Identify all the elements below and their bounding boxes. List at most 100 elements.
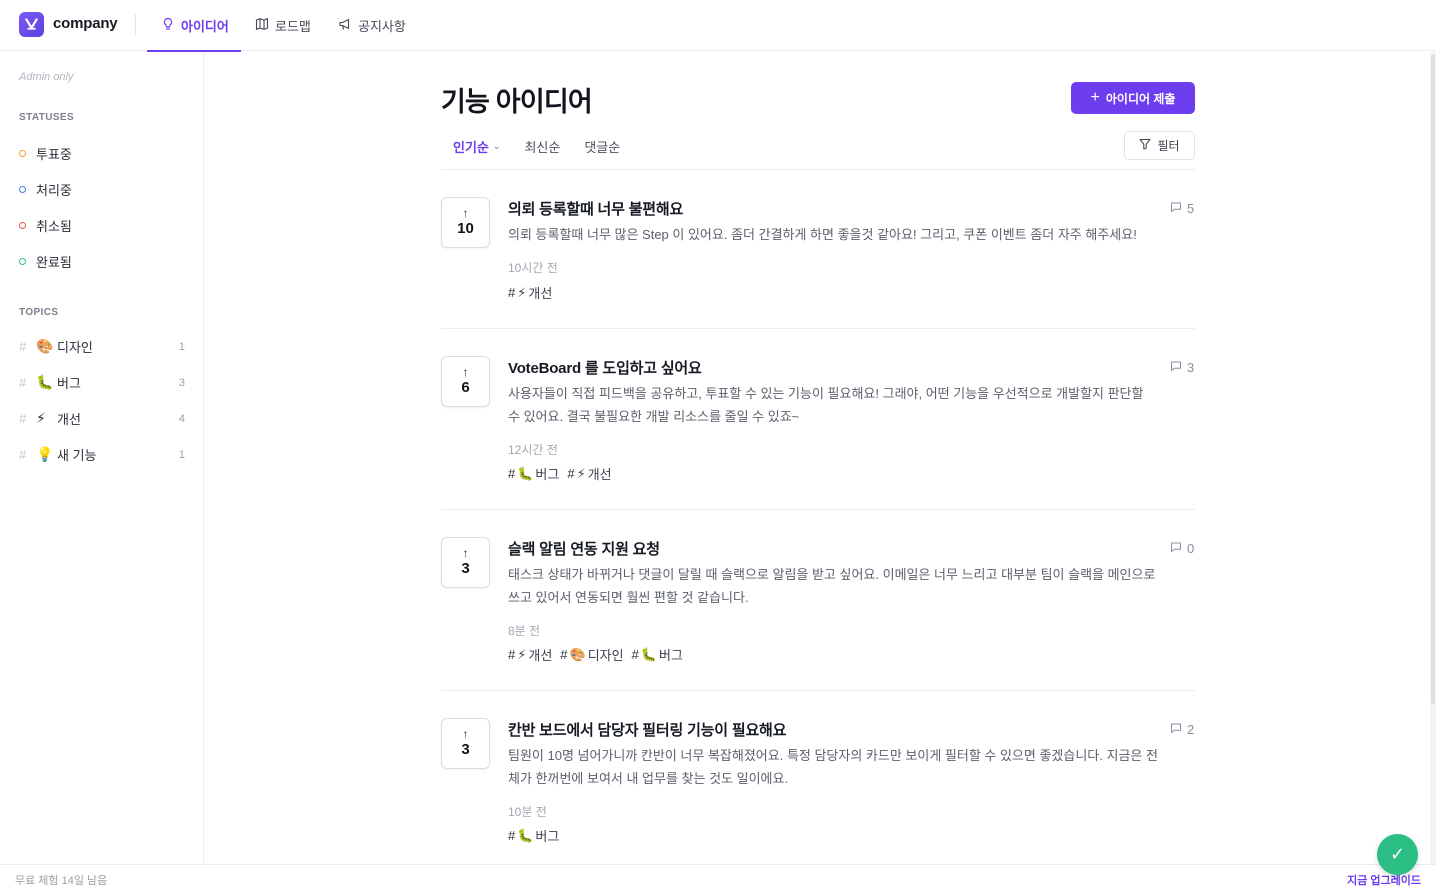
header-divider: [135, 14, 136, 36]
sidebar: Admin only STATUSES 투표중 처리중 취소됨 완료됨 TOPI…: [0, 52, 204, 864]
idea-time: 10분 전: [508, 805, 547, 819]
vote-count: 6: [461, 379, 470, 397]
upvote-button[interactable]: ↑ 6: [441, 356, 490, 407]
idea-title[interactable]: 칸반 보드에서 담당자 필터링 기능이 필요해요: [508, 719, 786, 740]
upvote-button[interactable]: ↑ 10: [441, 197, 490, 248]
submit-idea-button[interactable]: + 아이디어 제출: [1071, 82, 1195, 114]
tag-design[interactable]: # 🎨 디자인: [560, 645, 623, 664]
tag-bug[interactable]: # 🐛 버그: [632, 645, 683, 664]
sidebar-topic-new-feature[interactable]: # 💡 새 기능 1: [19, 445, 185, 464]
comment-count: 5: [1170, 201, 1194, 216]
sidebar-topic-improvement[interactable]: # ⚡ 개선 4: [19, 409, 185, 428]
idea-body: 태스크 상태가 바뀌거나 댓글이 달릴 때 슬랙으로 알림을 받고 싶어요. 이…: [508, 567, 1156, 605]
tag-improvement[interactable]: # ⚡ 개선: [508, 283, 552, 302]
checkmark-icon[interactable]: ✓: [1377, 834, 1418, 875]
megaphone-icon: [338, 17, 352, 34]
upgrade-link[interactable]: 지금 업그레이드: [1347, 872, 1421, 888]
idea-tags: # ⚡ 개선 # 🎨 디자인 # 🐛 버그: [508, 645, 683, 664]
filter-label: 필터: [1157, 139, 1180, 153]
tag-improvement[interactable]: # ⚡ 개선: [508, 645, 552, 664]
tag-label: 개선: [528, 286, 553, 301]
filter-button[interactable]: 필터: [1124, 131, 1195, 160]
idea-title[interactable]: VoteBoard 를 도입하고 싶어요: [508, 357, 702, 378]
sort-tab-label: 인기순: [453, 139, 489, 155]
list-divider: [441, 169, 1195, 170]
tab-ideas[interactable]: 아이디어: [147, 0, 241, 52]
tag-bug[interactable]: # 🐛 버그: [508, 826, 559, 845]
idea-title[interactable]: 슬랙 알림 연동 지원 요청: [508, 538, 660, 559]
idea-tags: # ⚡ 개선: [508, 283, 552, 302]
chevron-down-icon: ⌄: [492, 140, 501, 151]
post-divider: [441, 509, 1195, 510]
status-dot-icon: [19, 186, 26, 193]
brand-name[interactable]: company: [53, 15, 118, 32]
status-dot-icon: [19, 222, 26, 229]
bug-icon: 🐛: [517, 827, 534, 843]
filter-icon: [1139, 138, 1151, 153]
topic-label: 새 기능: [57, 448, 97, 463]
idea-time: 8분 전: [508, 624, 541, 638]
submit-idea-label: 아이디어 제출: [1105, 91, 1176, 106]
tag-label: 버그: [535, 467, 560, 482]
comment-count: 3: [1170, 360, 1194, 375]
arrow-up-icon: ↑: [462, 365, 469, 380]
tag-label: 개선: [528, 648, 553, 663]
vote-count: 10: [457, 220, 474, 238]
idea-time: 10시간 전: [508, 261, 558, 275]
idea-body: 의뢰 등록할때 너무 많은 Step 이 있어요. 좀더 간결하게 하면 좋을것…: [508, 227, 1137, 242]
tag-label: 버그: [659, 648, 683, 663]
idea-body: 팀원이 10명 넘어가니까 칸반이 너무 복잡해졌어요. 특정 담당자의 카드만…: [508, 748, 1158, 786]
hash-icon: #: [19, 375, 27, 390]
topic-label: 디자인: [57, 340, 93, 355]
upvote-button[interactable]: ↑ 3: [441, 718, 490, 769]
lightning-icon: ⚡: [36, 410, 46, 426]
idea-title[interactable]: 의뢰 등록할때 너무 불편해요: [508, 198, 683, 219]
hash-icon: #: [19, 339, 27, 354]
trial-remaining: 무료 체험 14일 남음: [15, 875, 108, 887]
tag-label: 디자인: [587, 648, 624, 663]
bug-icon: 🐛: [640, 646, 658, 662]
palette-icon: 🎨: [569, 646, 586, 662]
tab-ideas-label: 아이디어: [181, 19, 229, 34]
sidebar-topic-design[interactable]: # 🎨 디자인 1: [19, 337, 185, 356]
topic-label: 버그: [57, 376, 81, 391]
bug-icon: 🐛: [517, 465, 534, 481]
sidebar-status-in-progress[interactable]: 처리중: [19, 180, 72, 199]
admin-only-note: Admin only: [19, 71, 74, 83]
tag-improvement[interactable]: # ⚡ 개선: [567, 464, 611, 483]
sidebar-topic-bug[interactable]: # 🐛 버그 3: [19, 373, 185, 392]
comment-count-value: 5: [1187, 201, 1195, 216]
lightbulb-icon: 💡: [36, 446, 54, 462]
lightbulb-icon: [161, 17, 175, 34]
lightning-icon: ⚡: [517, 284, 527, 300]
topic-count: 1: [178, 340, 185, 353]
statuses-title: STATUSES: [19, 112, 75, 123]
idea-body: 사용자들이 직접 피드백을 공유하고, 투표할 수 있는 기능이 필요해요! 그…: [508, 386, 1144, 424]
comment-icon: [1170, 722, 1182, 737]
logo-icon[interactable]: [19, 12, 44, 37]
tag-bug[interactable]: # 🐛 버그: [508, 464, 559, 483]
topic-label: 개선: [57, 412, 81, 427]
sort-tab-label: 댓글순: [584, 139, 621, 155]
comment-icon: [1170, 201, 1182, 216]
map-icon: [255, 17, 269, 34]
status-dot-icon: [19, 258, 26, 265]
hash-icon: #: [19, 447, 27, 462]
sort-tab-popular[interactable]: 인기순 ⌄: [441, 131, 512, 161]
scrollbar-thumb[interactable]: [1431, 54, 1435, 704]
upvote-button[interactable]: ↑ 3: [441, 537, 490, 588]
arrow-up-icon: ↑: [462, 206, 469, 221]
tab-roadmap[interactable]: 로드맵: [255, 0, 311, 51]
sidebar-status-cancelled[interactable]: 취소됨: [19, 216, 72, 235]
tab-notices[interactable]: 공지사항: [338, 0, 406, 51]
idea-tags: # 🐛 버그 # ⚡ 개선: [508, 464, 612, 483]
sidebar-status-completed[interactable]: 완료됨: [19, 252, 72, 271]
status-label: 취소됨: [36, 219, 72, 234]
page-title: 기능 아이디어: [441, 87, 593, 117]
sort-tab-comments[interactable]: 댓글순: [572, 131, 632, 161]
sort-tabs: 인기순 ⌄ 최신순 댓글순: [441, 131, 632, 161]
topic-count: 1: [178, 448, 185, 461]
sort-tab-newest[interactable]: 최신순: [512, 131, 572, 161]
post-divider: [441, 328, 1195, 329]
sidebar-status-voting[interactable]: 투표중: [19, 144, 72, 163]
